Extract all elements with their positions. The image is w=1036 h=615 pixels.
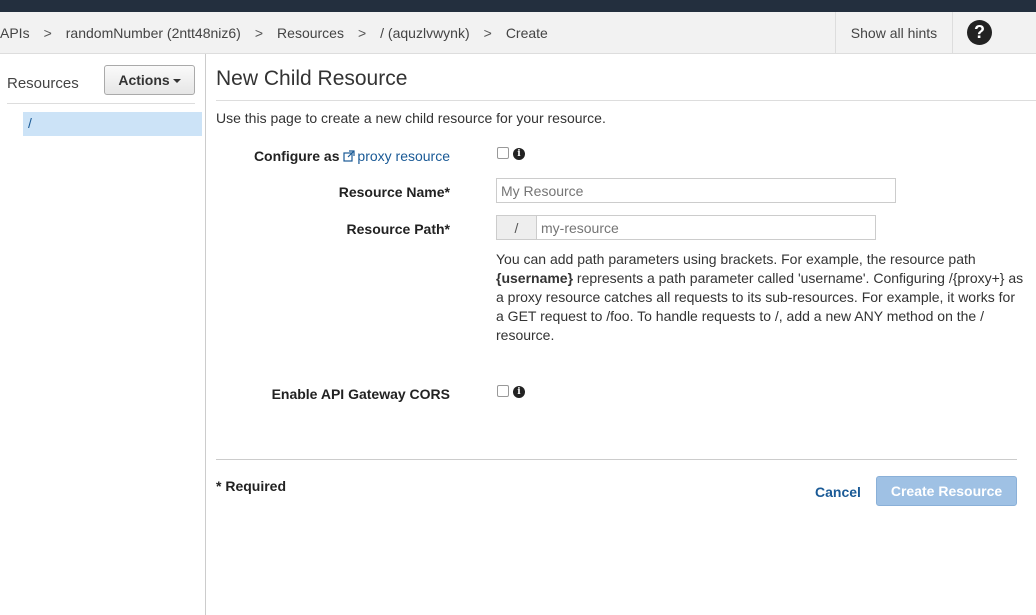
help-text-part2: represents a path parameter called 'user… [496, 270, 1024, 343]
help-icon[interactable]: ? [967, 20, 992, 45]
external-link-icon [343, 150, 356, 162]
proxy-link-text: proxy resource [357, 148, 450, 164]
breadcrumb-api[interactable]: randomNumber (2ntt48niz6) [66, 25, 241, 41]
cors-label: Enable API Gateway CORS [271, 386, 450, 402]
actions-label: Actions [118, 72, 170, 88]
path-help-text: You can add path parameters using bracke… [496, 250, 1026, 345]
title-divider [216, 100, 1036, 101]
breadcrumb: APIs > randomNumber (2ntt48niz6) > Resou… [0, 12, 548, 53]
cors-checkbox[interactable] [497, 385, 509, 397]
required-note: * Required [216, 478, 287, 494]
resources-sidebar: Resources Actions / [0, 54, 206, 615]
breadcrumb-separator: > [254, 24, 264, 41]
show-all-hints-button[interactable]: Show all hints [835, 12, 953, 53]
breadcrumb-separator: > [357, 24, 367, 41]
path-prefix: / [497, 216, 537, 239]
top-nav-bar [0, 0, 1036, 12]
sidebar-divider [7, 103, 195, 104]
breadcrumb-resources[interactable]: Resources [277, 25, 344, 41]
resource-path-field: / [496, 215, 876, 240]
resource-name-label: Resource Name* [338, 184, 450, 200]
info-icon[interactable]: i [513, 386, 525, 398]
create-resource-panel: New Child Resource Use this page to crea… [216, 54, 1036, 615]
resource-path-label: Resource Path* [346, 221, 450, 237]
proxy-checkbox[interactable] [497, 147, 509, 159]
breadcrumb-bar: APIs > randomNumber (2ntt48niz6) > Resou… [0, 12, 1036, 54]
resource-path-input[interactable] [537, 216, 875, 239]
create-resource-button[interactable]: Create Resource [876, 476, 1017, 506]
proxy-resource-link[interactable]: proxy resource [343, 148, 450, 164]
proxy-label: Configure as proxy resource [254, 148, 450, 164]
breadcrumb-apis[interactable]: APIs [0, 25, 30, 41]
page-title: New Child Resource [216, 67, 408, 90]
breadcrumb-separator: > [43, 24, 52, 41]
cancel-button[interactable]: Cancel [815, 484, 861, 500]
sidebar-title: Resources [7, 75, 79, 92]
info-icon[interactable]: i [513, 148, 525, 160]
intro-text: Use this page to create a new child reso… [216, 110, 606, 126]
breadcrumb-resource[interactable]: / (aquzlvwynk) [380, 25, 469, 41]
form-divider [216, 459, 1017, 460]
caret-down-icon [172, 79, 181, 83]
resource-name-input[interactable] [496, 178, 896, 203]
actions-dropdown-button[interactable]: Actions [104, 65, 195, 95]
help-text-param: {username} [496, 270, 574, 286]
breadcrumb-create: Create [505, 24, 548, 41]
help-text-part1: You can add path parameters using bracke… [496, 251, 976, 267]
breadcrumb-separator: > [483, 24, 492, 41]
proxy-label-prefix: Configure as [253, 148, 340, 164]
resource-tree-item-root[interactable]: / [23, 112, 202, 136]
